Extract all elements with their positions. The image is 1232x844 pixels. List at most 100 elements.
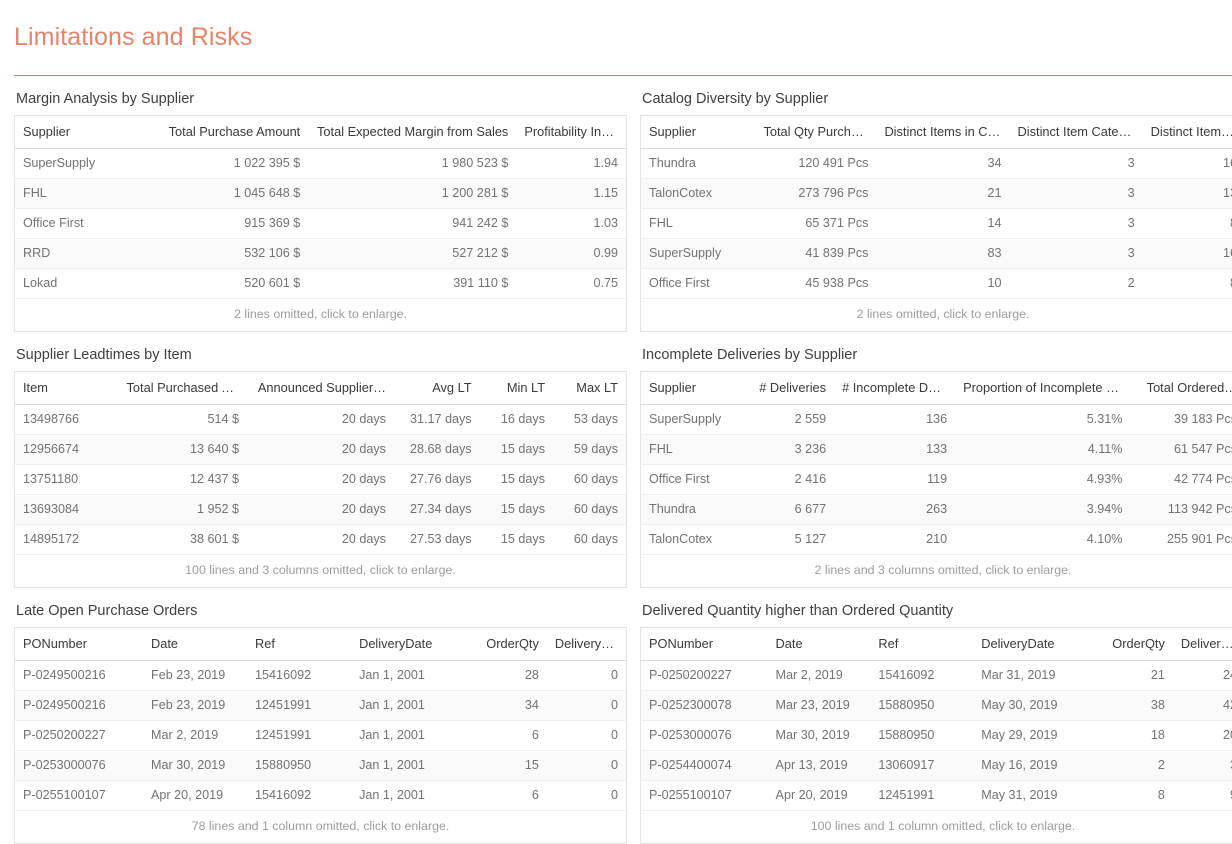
table-cell: 15880950 [247, 750, 351, 780]
column-header[interactable]: Ref [870, 627, 973, 660]
table-row[interactable]: TalonCotex273 796 Pcs21313 [641, 178, 1232, 208]
table-row[interactable]: FHL3 2361334.11%61 547 Pcs [641, 434, 1232, 464]
table-row[interactable]: Thundra120 491 Pcs34316 [641, 148, 1232, 178]
column-header[interactable]: DeliveryDate [351, 627, 467, 660]
column-header[interactable]: Total Purchased Amo… [119, 371, 248, 404]
omitted-lines-label[interactable]: 2 lines omitted, click to enlarge. [641, 298, 1232, 331]
column-header[interactable]: Supplier [641, 115, 756, 148]
table-row[interactable]: RRD532 106 $527 212 $0.99 [15, 238, 627, 268]
table-row[interactable]: P-0253000076Mar 30, 201915880950May 29, … [641, 720, 1232, 750]
column-header[interactable]: Min LT [480, 371, 553, 404]
table-cell: Thundra [641, 148, 756, 178]
table-cell: Feb 23, 2019 [143, 690, 247, 720]
column-header[interactable]: Announced Supplier… [247, 371, 394, 404]
table-row[interactable]: SuperSupply1 022 395 $1 980 523 $1.94 [15, 148, 627, 178]
table-row[interactable]: P-0255100107Apr 20, 201915416092Jan 1, 2… [15, 780, 627, 810]
omitted-lines-label[interactable]: 2 lines and 3 columns omitted, click to … [641, 554, 1232, 587]
table-row[interactable]: P-0250200227Mar 2, 201915416092Mar 31, 2… [641, 660, 1232, 690]
column-header[interactable]: Distinct Items in Cata… [876, 115, 1009, 148]
table-cell: 28.68 days [394, 434, 480, 464]
table-row[interactable]: 1375118012 437 $20 days27.76 days15 days… [15, 464, 627, 494]
omitted-lines-row[interactable]: 100 lines and 3 columns omitted, click t… [15, 554, 627, 587]
column-header[interactable]: Item [15, 371, 119, 404]
omitted-lines-row[interactable]: 78 lines and 1 column omitted, click to … [15, 810, 627, 843]
tile-late-open-purchase-orders: Late Open Purchase OrdersPONumberDateRef… [14, 588, 627, 844]
table-row[interactable]: TalonCotex5 1272104.10%255 901 Pcs [641, 524, 1232, 554]
omitted-lines-label[interactable]: 2 lines omitted, click to enlarge. [15, 298, 627, 331]
table-cell: 18 [1094, 720, 1173, 750]
table-row[interactable]: P-0252300078Mar 23, 201915880950May 30, … [641, 690, 1232, 720]
table-row[interactable]: FHL1 045 648 $1 200 281 $1.15 [15, 178, 627, 208]
column-header[interactable]: Total Ordered… [1131, 371, 1232, 404]
table-cell: Jan 1, 2001 [351, 690, 467, 720]
column-header[interactable]: Proportion of Incomplete Delive… [955, 371, 1130, 404]
table-row[interactable]: P-0253000076Mar 30, 201915880950Jan 1, 2… [15, 750, 627, 780]
table-cell: 2 416 [749, 464, 834, 494]
table-row[interactable]: 1489517238 601 $20 days27.53 days15 days… [15, 524, 627, 554]
column-header[interactable]: Total Expected Margin from Sales [308, 115, 516, 148]
table-cell: 24 [1173, 660, 1232, 690]
column-header[interactable]: # Deliveries [749, 371, 834, 404]
table-cell: 2 [1010, 268, 1143, 298]
column-header[interactable]: Supplier [15, 115, 156, 148]
column-header[interactable]: OrderQty [467, 627, 547, 660]
table-cell: Mar 30, 2019 [143, 750, 247, 780]
table-row[interactable]: SuperSupply41 839 Pcs83316 [641, 238, 1232, 268]
column-header[interactable]: Total Purchase Amount [155, 115, 308, 148]
table-row[interactable]: P-0250200227Mar 2, 201912451991Jan 1, 20… [15, 720, 627, 750]
table-row[interactable]: Office First45 938 Pcs1028 [641, 268, 1232, 298]
column-header[interactable]: Date [768, 627, 871, 660]
column-header[interactable]: PONumber [15, 627, 144, 660]
table-row[interactable]: Thundra6 6772633.94%113 942 Pcs [641, 494, 1232, 524]
table-cell: 15880950 [870, 690, 973, 720]
table-cell: 14895172 [15, 524, 119, 554]
table-row[interactable]: P-0249500216Feb 23, 201912451991Jan 1, 2… [15, 690, 627, 720]
table-row[interactable]: 136930841 952 $20 days27.34 days15 days6… [15, 494, 627, 524]
column-header[interactable]: Date [143, 627, 247, 660]
column-header[interactable]: Ref [247, 627, 351, 660]
omitted-lines-row[interactable]: 100 lines and 1 column omitted, click to… [641, 810, 1232, 843]
table-row[interactable]: Lokad520 601 $391 110 $0.75 [15, 268, 627, 298]
column-header[interactable]: PONumber [641, 627, 768, 660]
omitted-lines-label[interactable]: 100 lines and 1 column omitted, click to… [641, 810, 1232, 843]
omitted-lines-row[interactable]: 2 lines omitted, click to enlarge. [15, 298, 627, 331]
table-row[interactable]: Office First2 4161194.93%42 774 Pcs [641, 464, 1232, 494]
table-row[interactable]: SuperSupply2 5591365.31%39 183 Pcs [641, 404, 1232, 434]
column-header[interactable]: Total Qty Purcha… [755, 115, 876, 148]
table-cell: 15 days [480, 524, 553, 554]
omitted-lines-row[interactable]: 2 lines omitted, click to enlarge. [641, 298, 1232, 331]
table-cell: 5.31% [955, 404, 1130, 434]
table-cell: 61 547 Pcs [1131, 434, 1232, 464]
column-header[interactable]: OrderQty [1094, 627, 1173, 660]
table-row[interactable]: P-0249500216Feb 23, 201915416092Jan 1, 2… [15, 660, 627, 690]
table-cell: 1.94 [516, 148, 626, 178]
table-header-row: SupplierTotal Qty Purcha…Distinct Items … [641, 115, 1232, 148]
column-header[interactable]: Distinct Item Categor… [1010, 115, 1143, 148]
column-header[interactable]: Supplier [641, 371, 750, 404]
column-header[interactable]: Avg LT [394, 371, 480, 404]
column-header[interactable]: # Incomplete Deliver… [834, 371, 955, 404]
table-cell: Apr 20, 2019 [768, 780, 871, 810]
table-cell: Mar 23, 2019 [768, 690, 871, 720]
column-header[interactable]: Distinct Item Bra… [1143, 115, 1232, 148]
omitted-lines-label[interactable]: 78 lines and 1 column omitted, click to … [15, 810, 627, 843]
table-cell: 532 106 $ [155, 238, 308, 268]
table-row[interactable]: 1295667413 640 $20 days28.68 days15 days… [15, 434, 627, 464]
table-cell: P-0249500216 [15, 690, 144, 720]
column-header[interactable]: DeliveryDate [973, 627, 1094, 660]
table-row[interactable]: 13498766514 $20 days31.17 days16 days53 … [15, 404, 627, 434]
omitted-lines-label[interactable]: 100 lines and 3 columns omitted, click t… [15, 554, 627, 587]
table-row[interactable]: Office First915 369 $941 242 $1.03 [15, 208, 627, 238]
table-cell: 273 796 Pcs [755, 178, 876, 208]
column-header[interactable]: Profitability Index [516, 115, 626, 148]
column-header[interactable]: Max LT [553, 371, 626, 404]
column-header[interactable]: DeliveryQty [547, 627, 627, 660]
column-header[interactable]: DeliveryQty [1173, 627, 1232, 660]
tile-delivered-quantity-higher-than-ordered-quantity: Delivered Quantity higher than Ordered Q… [640, 588, 1232, 844]
table-cell: Apr 13, 2019 [768, 750, 871, 780]
omitted-lines-row[interactable]: 2 lines and 3 columns omitted, click to … [641, 554, 1232, 587]
table-cell: SuperSupply [641, 238, 756, 268]
table-row[interactable]: P-0254400074Apr 13, 201913060917May 16, … [641, 750, 1232, 780]
table-row[interactable]: FHL65 371 Pcs1438 [641, 208, 1232, 238]
table-row[interactable]: P-0255100107Apr 20, 201912451991May 31, … [641, 780, 1232, 810]
